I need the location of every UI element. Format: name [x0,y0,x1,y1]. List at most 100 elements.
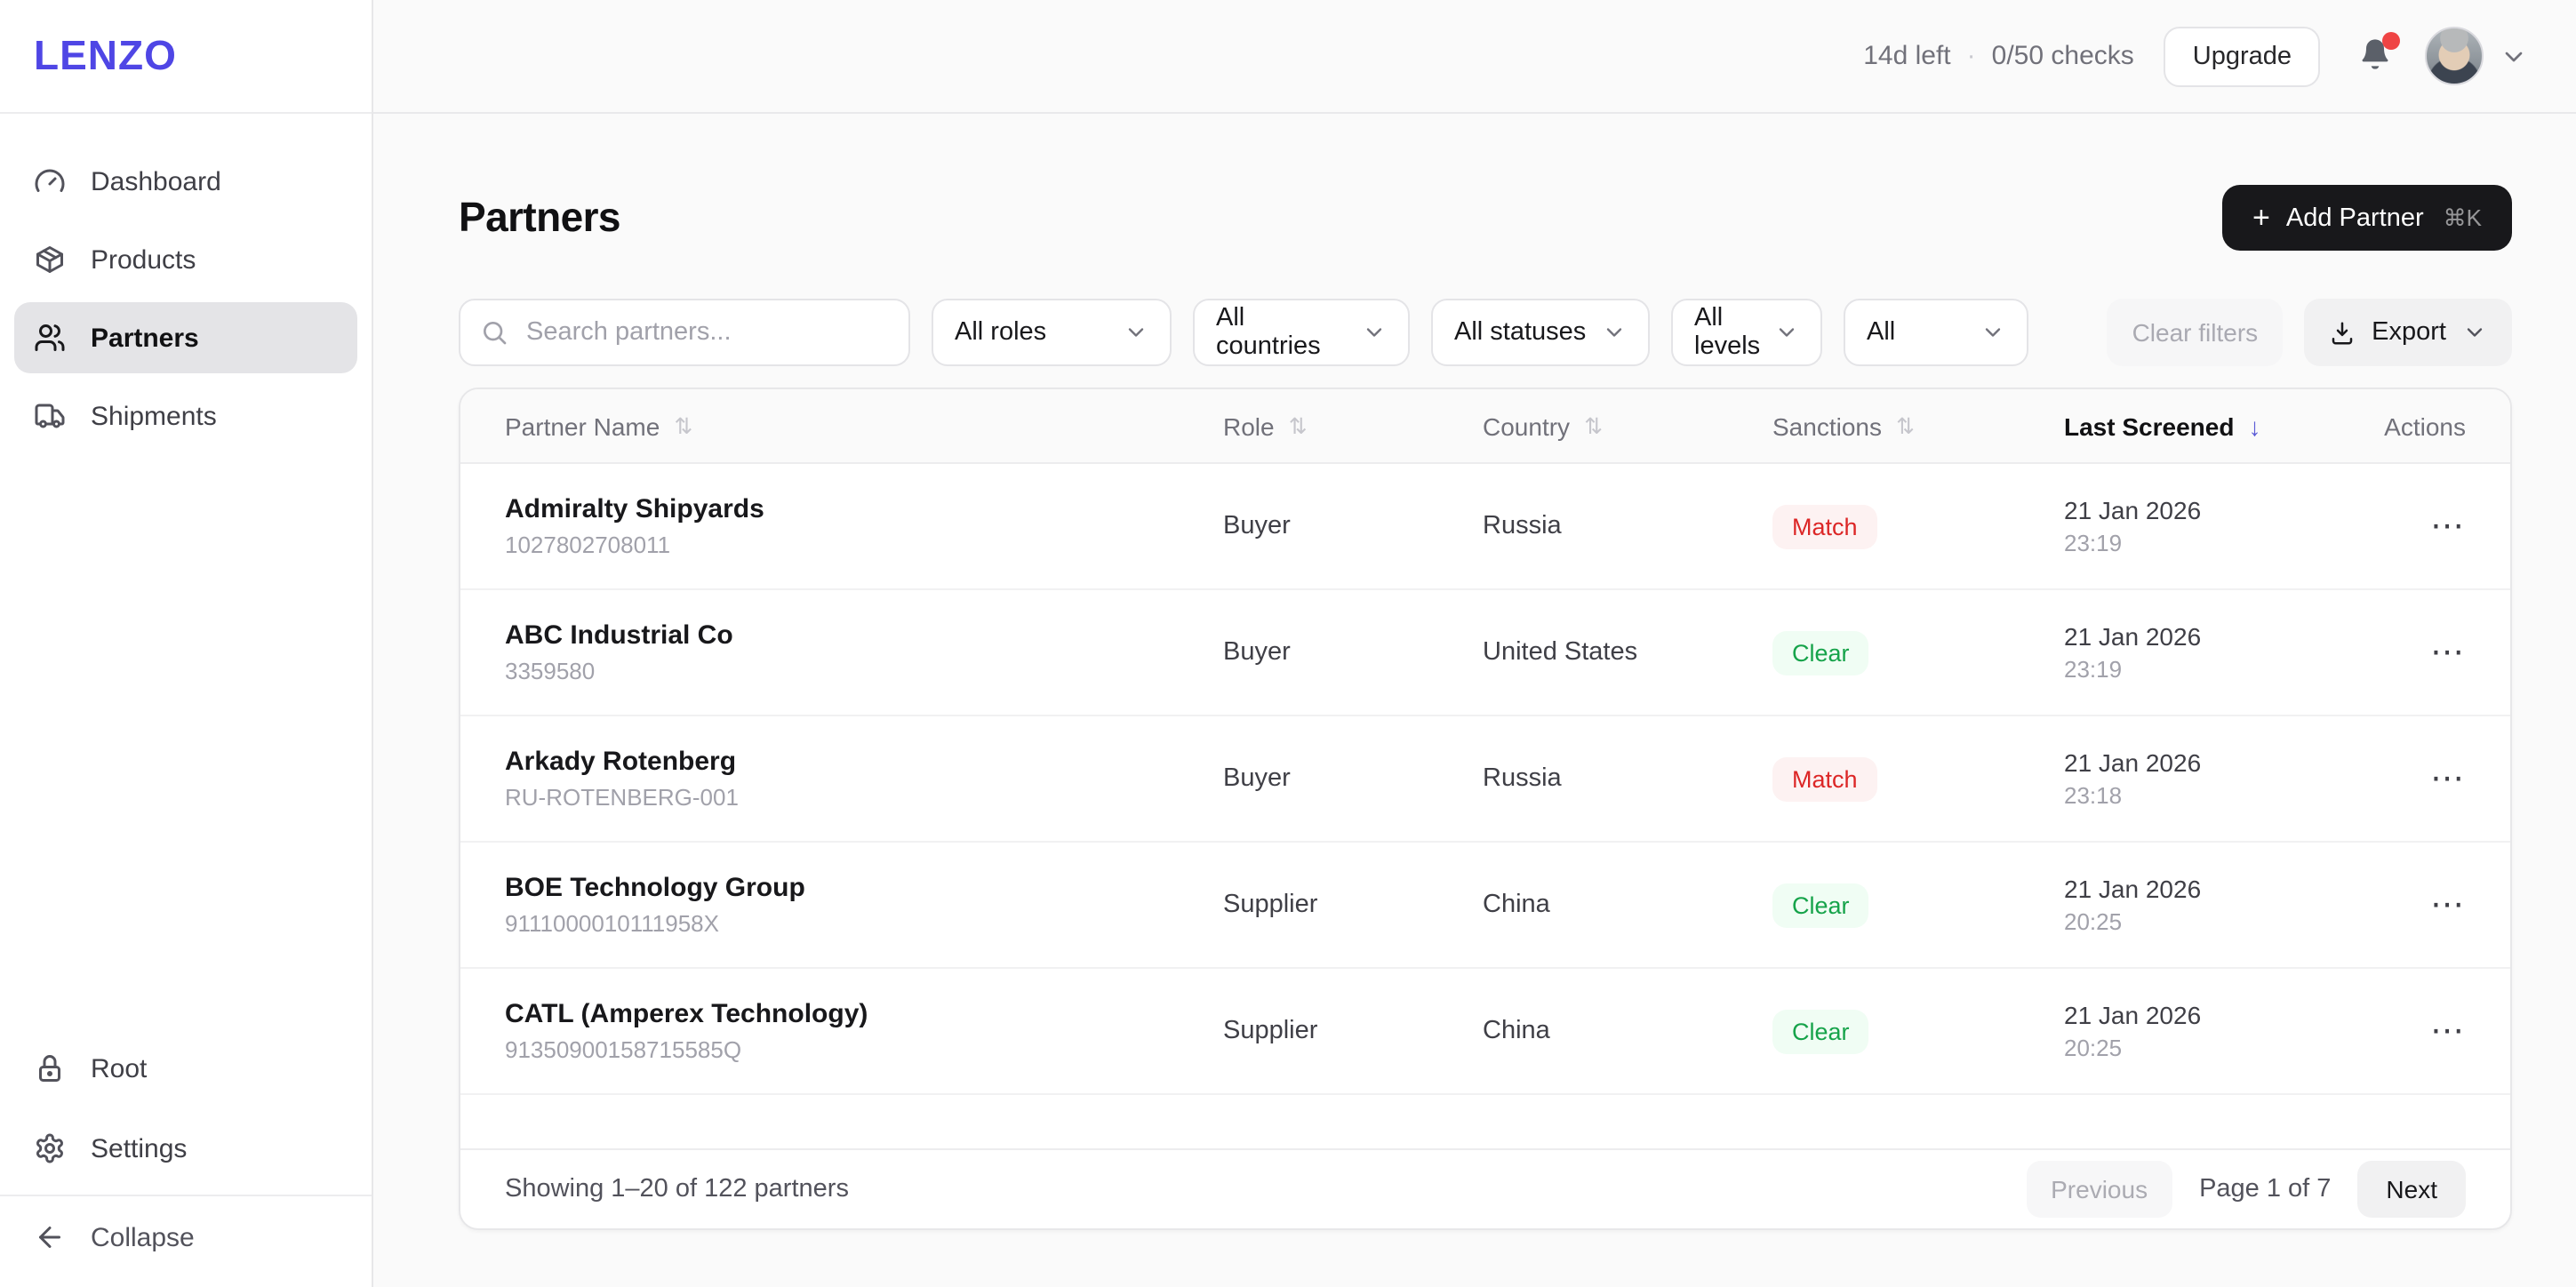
sidebar-item-label: Settings [91,1133,187,1163]
dropdown-value: All statuses [1454,318,1586,347]
content: Partners + Add Partner ⌘K All roles [373,114,2576,1230]
logo-area: LENZO [0,0,372,114]
sidebar-item-label: Root [91,1053,147,1083]
previous-page-button[interactable]: Previous [2026,1161,2172,1218]
sidebar-item-settings[interactable]: Settings [14,1113,357,1184]
sort-icon: ⇅ [674,412,692,439]
sidebar-nav: Dashboard Products Partners Shipments [0,114,372,484]
arrow-left-icon [34,1219,69,1255]
users-icon [34,320,69,356]
partner-role: Supplier [1223,1017,1483,1045]
filters-bar: All roles All countries All statuses All… [459,299,2512,366]
partner-role: Buyer [1223,512,1483,540]
lock-icon [34,1051,69,1086]
row-actions-button[interactable]: ⋯ [2430,509,2466,543]
shortcut-hint: ⌘K [2444,204,2482,232]
chevron-down-icon [1774,320,1799,345]
partner-role: Buyer [1223,764,1483,793]
screened-time: 20:25 [2064,908,2379,935]
checks-usage: 0/50 checks [1992,41,2134,71]
table-row[interactable]: Arkady Rotenberg RU-ROTENBERG-001 Buyer … [460,716,2510,843]
search-box [459,299,910,366]
add-partner-button[interactable]: + Add Partner ⌘K [2222,185,2512,251]
page-indicator: Page 1 of 7 [2199,1175,2331,1203]
notifications-button[interactable] [2357,35,2396,77]
table-row[interactable]: Admiralty Shipyards 1027802708011 Buyer … [460,464,2510,590]
sidebar-item-dashboard[interactable]: Dashboard [14,146,357,217]
partner-name: BOE Technology Group [505,873,1223,903]
sidebar-item-partners[interactable]: Partners [14,302,357,373]
next-page-button[interactable]: Next [2357,1161,2466,1218]
chevron-down-icon [1602,320,1627,345]
truck-icon [34,398,69,434]
row-actions-button[interactable]: ⋯ [2430,636,2466,669]
empty-row-space [460,1095,2510,1148]
partners-table: Partner Name ⇅ Role ⇅ Country ⇅ Sanction… [459,388,2512,1230]
row-actions-button[interactable]: ⋯ [2430,1014,2466,1048]
column-header-actions: Actions [2379,412,2466,440]
results-summary: Showing 1–20 of 122 partners [505,1175,849,1203]
partner-role: Buyer [1223,638,1483,667]
partner-id: RU-ROTENBERG-001 [505,784,1223,811]
collapse-sidebar-button[interactable]: Collapse [0,1195,372,1287]
partner-name: CATL (Amperex Technology) [505,999,1223,1029]
partner-id: 3359580 [505,658,1223,684]
topbar: 14d left · 0/50 checks Upgrade [373,0,2576,114]
clear-filters-button[interactable]: Clear filters [2108,299,2284,366]
download-icon [2329,319,2356,346]
all-filter-dropdown[interactable]: All [1844,299,2028,366]
partner-country: Russia [1483,764,1772,793]
search-input[interactable] [523,316,887,348]
sort-icon: ⇅ [1584,412,1603,439]
partner-role: Supplier [1223,891,1483,919]
page-title: Partners [459,194,620,242]
row-actions-button[interactable]: ⋯ [2430,888,2466,922]
row-actions-button[interactable]: ⋯ [2430,762,2466,795]
statuses-filter-dropdown[interactable]: All statuses [1431,299,1650,366]
plus-icon: + [2252,200,2270,236]
table-row[interactable]: CATL (Amperex Technology) 91350900158715… [460,969,2510,1095]
chevron-down-icon[interactable] [2500,42,2528,70]
table-header-row: Partner Name ⇅ Role ⇅ Country ⇅ Sanction… [460,389,2510,464]
partner-country: China [1483,1017,1772,1045]
dropdown-value: All roles [955,318,1046,347]
table-row[interactable]: ABC Industrial Co 3359580 Buyer United S… [460,590,2510,716]
sidebar-item-label: Dashboard [91,166,221,196]
chevron-down-icon [1980,320,2005,345]
table-row[interactable]: BOE Technology Group 9111000010111958X S… [460,843,2510,969]
sort-desc-icon: ↓ [2248,412,2260,440]
column-header-partner-name[interactable]: Partner Name ⇅ [505,412,1223,440]
column-header-country[interactable]: Country ⇅ [1483,412,1772,440]
dropdown-value: All [1867,318,1895,347]
screened-time: 23:19 [2064,656,2379,683]
partner-country: China [1483,891,1772,919]
export-button[interactable]: Export [2304,299,2512,366]
screened-date: 21 Jan 2026 [2064,1001,2379,1029]
column-header-last-screened[interactable]: Last Screened ↓ [2064,412,2379,440]
sidebar-item-label: Partners [91,323,199,353]
screened-date: 21 Jan 2026 [2064,875,2379,903]
upgrade-button[interactable]: Upgrade [2164,26,2320,86]
levels-filter-dropdown[interactable]: All levels [1671,299,1822,366]
partner-country: Russia [1483,512,1772,540]
main-area: 14d left · 0/50 checks Upgrade Partners … [373,0,2576,1287]
search-icon [480,318,508,347]
partner-country: United States [1483,638,1772,667]
column-header-sanctions[interactable]: Sanctions ⇅ [1772,412,2064,440]
pagination: Previous Page 1 of 7 Next [2026,1161,2466,1218]
sidebar-item-products[interactable]: Products [14,224,357,295]
chevron-down-icon [1362,320,1387,345]
countries-filter-dropdown[interactable]: All countries [1193,299,1410,366]
sidebar-item-shipments[interactable]: Shipments [14,380,357,452]
partner-name: Arkady Rotenberg [505,747,1223,777]
user-avatar[interactable] [2425,27,2484,85]
column-header-role[interactable]: Role ⇅ [1223,412,1483,440]
brand-logo: LENZO [34,32,177,80]
partner-name: Admiralty Shipyards [505,494,1223,524]
sidebar-item-root[interactable]: Root [14,1033,357,1104]
app-window: LENZO Dashboard Products Partners [0,0,2576,1287]
table-footer: Showing 1–20 of 122 partners Previous Pa… [460,1148,2510,1228]
roles-filter-dropdown[interactable]: All roles [932,299,1172,366]
screened-date: 21 Jan 2026 [2064,496,2379,524]
partner-id: 91350900158715585Q [505,1036,1223,1063]
